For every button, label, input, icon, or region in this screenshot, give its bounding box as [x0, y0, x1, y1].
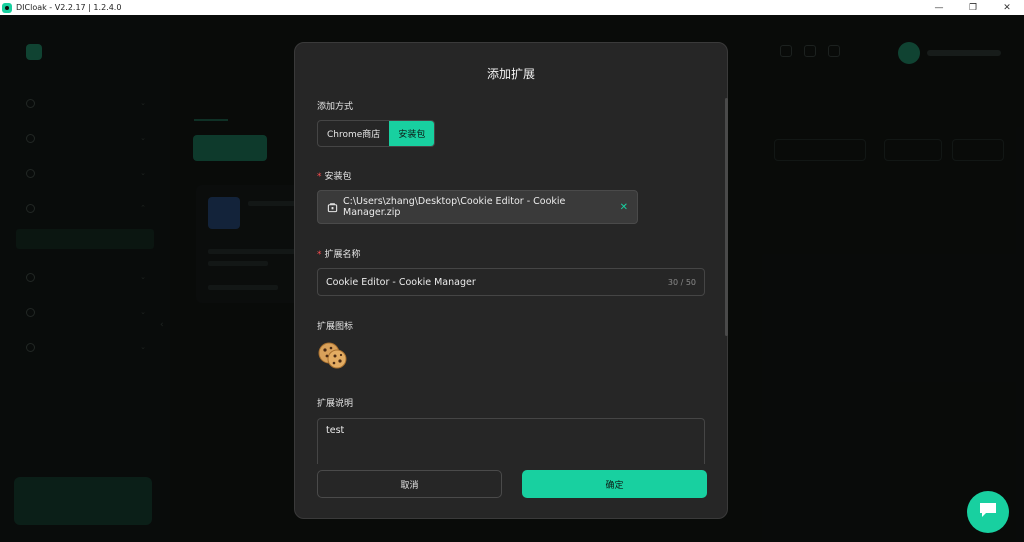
required-mark: * — [317, 172, 322, 182]
extension-name-input[interactable]: Cookie Editor - Cookie Manager 30 / 50 — [317, 268, 705, 296]
cancel-button[interactable]: 取消 — [317, 470, 502, 498]
extension-name-label-text: 扩展名称 — [324, 250, 361, 260]
add-method-label: 添加方式 — [317, 102, 354, 112]
extension-description-label: 扩展说明 — [317, 399, 354, 409]
confirm-button[interactable]: 确定 — [522, 470, 707, 498]
maximize-button[interactable]: ❐ — [956, 0, 990, 15]
app-logo-icon — [2, 2, 12, 13]
cookie-icon[interactable] — [317, 341, 349, 371]
package-label-text: 安装包 — [324, 172, 352, 182]
remove-file-icon[interactable]: ✕ — [620, 202, 628, 213]
extension-description-textarea[interactable]: test — [317, 418, 705, 464]
extension-icon-label: 扩展图标 — [317, 322, 354, 332]
package-label: * 安装包 — [317, 169, 352, 182]
window-titlebar: DICloak - V2.2.17 | 1.2.4.0 — ❐ ✕ — [0, 0, 1024, 15]
chat-button[interactable] — [967, 491, 1009, 533]
add-extension-dialog: 添加扩展 添加方式 Chrome商店 安装包 * 安装包 C:\Users\zha… — [294, 42, 728, 519]
dialog-scrollbar[interactable] — [725, 98, 728, 336]
close-window-button[interactable]: ✕ — [990, 0, 1024, 15]
package-file-chip[interactable]: C:\Users\zhang\Desktop\Cookie Editor - C… — [317, 190, 638, 224]
extension-name-label: * 扩展名称 — [317, 247, 361, 260]
chat-bubble-icon — [978, 501, 998, 523]
extension-name-value: Cookie Editor - Cookie Manager — [326, 276, 476, 288]
dialog-title: 添加扩展 — [486, 67, 535, 81]
method-option-package[interactable]: 安装包 — [389, 121, 435, 146]
package-file-path: C:\Users\zhang\Desktop\Cookie Editor - C… — [343, 196, 566, 218]
extension-description-value: test — [326, 425, 345, 436]
extension-name-counter: 30 / 50 — [667, 277, 696, 287]
package-file-icon — [327, 202, 338, 213]
required-mark: * — [317, 250, 322, 260]
method-option-chrome-store[interactable]: Chrome商店 — [318, 121, 389, 146]
window-title: DICloak - V2.2.17 | 1.2.4.0 — [16, 3, 122, 12]
add-method-segmented: Chrome商店 安装包 — [317, 120, 436, 147]
minimize-button[interactable]: — — [922, 0, 956, 15]
